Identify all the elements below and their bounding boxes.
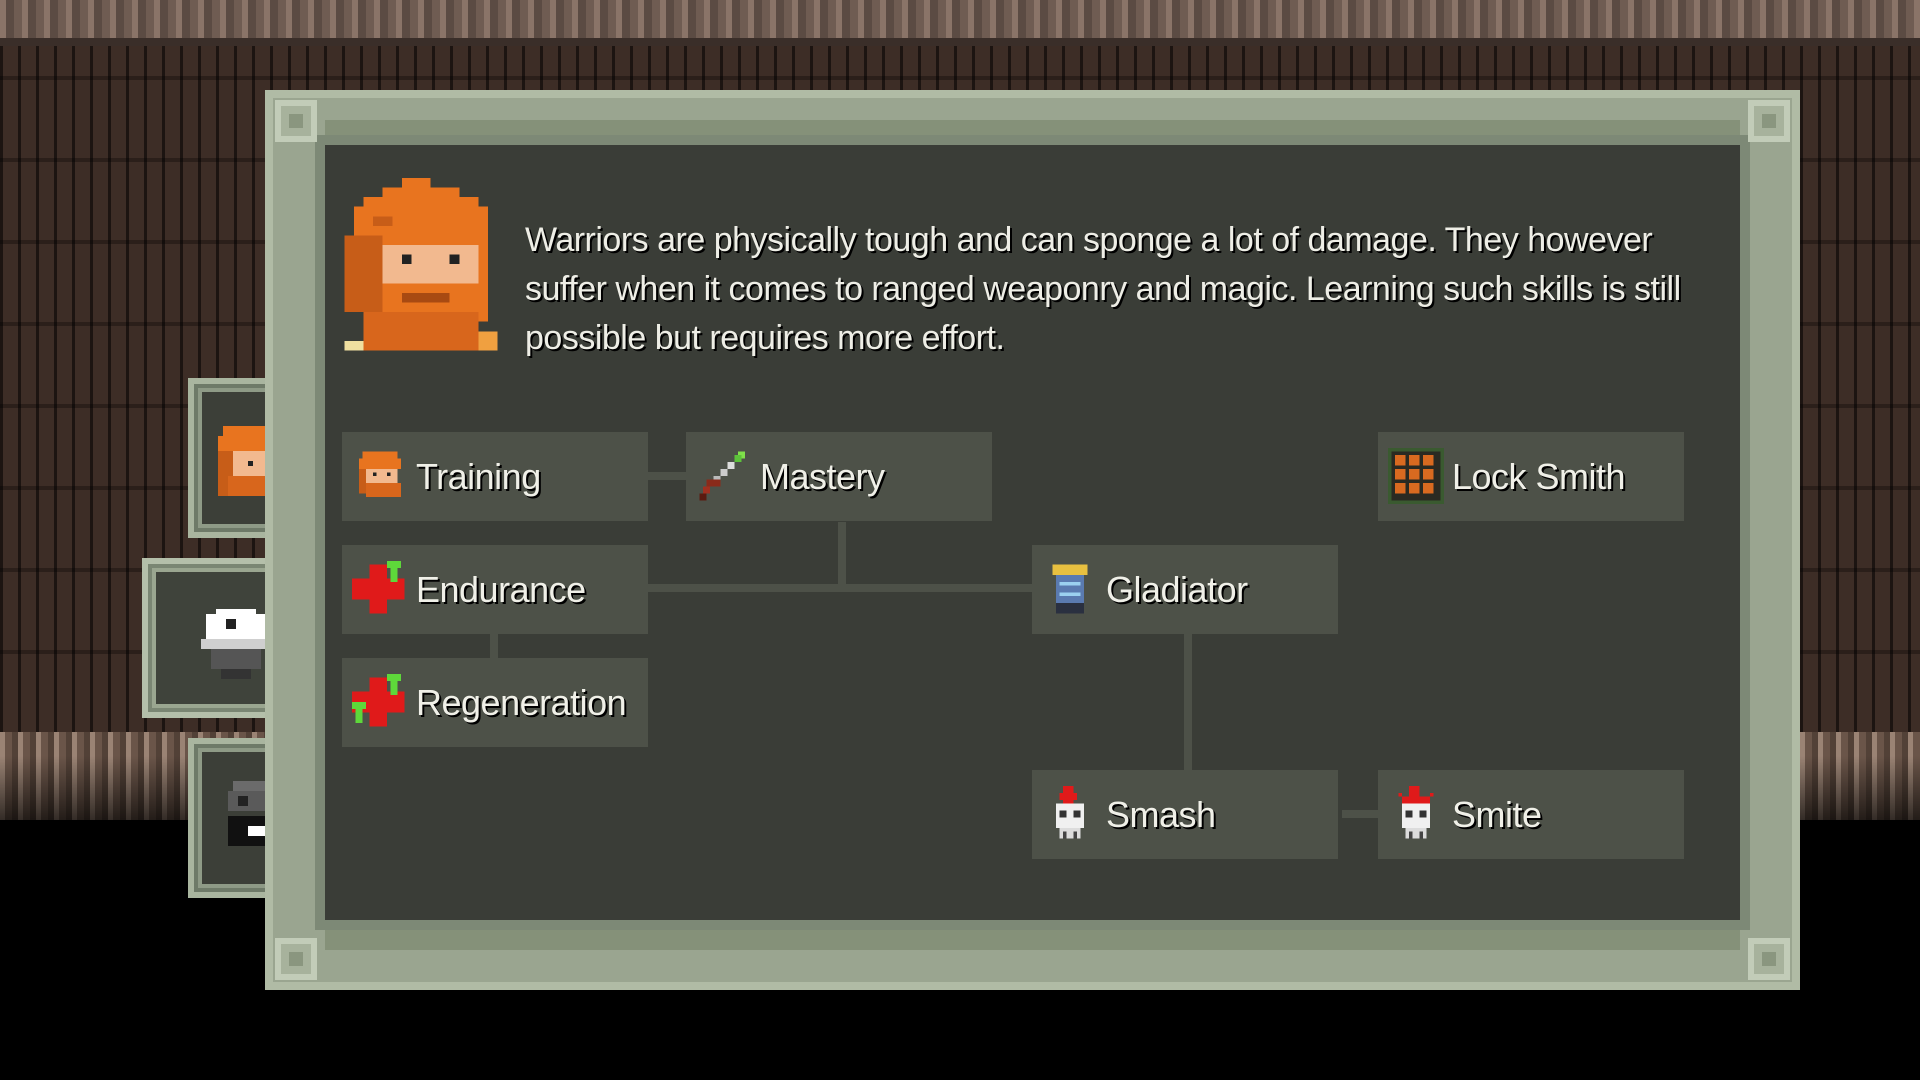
sword-icon <box>699 451 745 501</box>
white-helmet-icon <box>201 609 271 679</box>
warrior-face-icon <box>359 451 401 497</box>
grate-icon <box>1388 448 1444 504</box>
wall-top-trim <box>0 0 1920 46</box>
skill-smash[interactable]: Smash <box>1032 770 1338 859</box>
skill-smash-label: Smash <box>1106 794 1216 835</box>
skull-icon <box>1398 786 1434 839</box>
connector-endurance-gladiator <box>648 584 1038 592</box>
panel-corner-tl <box>275 100 317 142</box>
armor-icon <box>1052 564 1088 614</box>
skill-mastery-label: Mastery <box>760 456 885 497</box>
skill-lock-smith-label: Lock Smith <box>1452 456 1626 497</box>
skill-regeneration[interactable]: Regeneration <box>342 658 648 747</box>
skill-training-label: Training <box>416 456 541 497</box>
skill-smite-label: Smite <box>1452 794 1542 835</box>
connector-smash-smite <box>1342 810 1378 818</box>
panel-band-bottom <box>325 925 1740 950</box>
skill-training[interactable]: Training <box>342 432 648 521</box>
skill-lock-smith[interactable]: Lock Smith <box>1378 432 1684 521</box>
skill-gladiator[interactable]: Gladiator <box>1032 545 1338 634</box>
skill-endurance-label: Endurance <box>416 569 586 610</box>
skill-smite[interactable]: Smite <box>1378 770 1684 859</box>
skill-regeneration-label: Regeneration <box>416 682 627 723</box>
panel-corner-bl <box>275 938 317 980</box>
class-description: Warriors are physically tough and can sp… <box>525 221 1681 357</box>
skill-gladiator-label: Gladiator <box>1106 569 1248 610</box>
panel-corner-br <box>1748 938 1790 980</box>
skill-endurance[interactable]: Endurance <box>342 545 648 634</box>
red-cross-double-up-icon <box>352 674 405 727</box>
connector-gladiator-smash <box>1184 634 1192 772</box>
connector-endurance-regeneration <box>490 634 498 660</box>
skull-icon <box>1056 786 1084 839</box>
red-cross-up-icon <box>352 561 405 614</box>
panel-band-top <box>325 120 1740 145</box>
skill-mastery[interactable]: Mastery <box>686 432 992 521</box>
panel-corner-tr <box>1748 100 1790 142</box>
warrior-portrait-icon <box>344 178 498 351</box>
connector-mastery-down <box>838 522 846 588</box>
